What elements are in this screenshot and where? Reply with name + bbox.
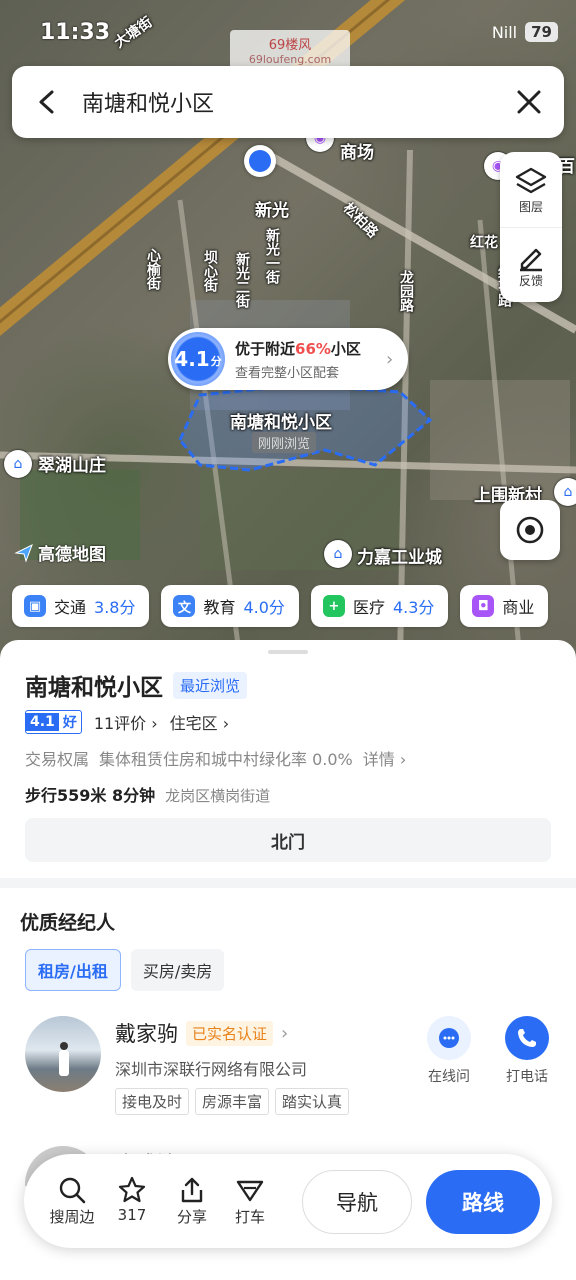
agent-tags: 接电及时 房源丰富 踏实认真 — [115, 1088, 350, 1115]
map-side-tools: 图层 反馈 — [500, 152, 562, 302]
feedback-button[interactable]: 反馈 — [500, 227, 562, 302]
details-link[interactable]: 详情 › — [363, 746, 407, 770]
signal-icon: Nill — [491, 22, 518, 42]
map-label-xinguang-2nd: 新光二街 — [234, 252, 250, 308]
agent-name: 戴家驹 — [115, 1022, 178, 1046]
online-chat-button[interactable]: 在线问 — [417, 1016, 481, 1086]
map-label-lijia: 力嘉工业城 — [357, 548, 442, 568]
agent-tabs: 租房/出租 买房/卖房 — [25, 949, 225, 991]
chevron-right-icon: › — [281, 1022, 289, 1044]
drag-handle[interactable] — [268, 650, 308, 654]
agents-section-title: 优质经纪人 — [20, 912, 116, 934]
favorite-button[interactable]: 317 — [104, 1174, 160, 1224]
medical-cross-icon: + — [322, 595, 345, 617]
community-map-label[interactable]: 南塘和悦小区 — [230, 408, 332, 433]
chevron-right-icon: › — [386, 348, 394, 370]
taxi-button[interactable]: 打车 — [222, 1174, 278, 1227]
map-label-longyuan-road: 龙园路 — [398, 270, 414, 312]
score-circle: 4.1 分 — [171, 332, 225, 386]
agent-tag: 踏实认真 — [275, 1088, 350, 1115]
info-value: 集体租赁住房和城中村绿化率 0.0% — [99, 750, 353, 769]
recent-viewed-tag: 最近浏览 — [173, 671, 248, 699]
rating-badge: 4.1 好 — [25, 710, 82, 734]
chip-medical[interactable]: + 医疗 4.3分 — [310, 585, 449, 627]
close-icon — [517, 90, 541, 114]
chip-commerce[interactable]: ◘ 商业 — [460, 585, 549, 627]
map-label-xinguang: 新光 — [255, 201, 289, 221]
map-label-mall: 商场 — [340, 143, 374, 163]
reviews-link[interactable]: 11评价 › — [94, 710, 158, 734]
agent-avatar[interactable] — [25, 1016, 101, 1092]
search-nearby-button[interactable]: 搜周边 — [44, 1174, 100, 1227]
section-divider — [0, 878, 576, 888]
route-button[interactable]: 路线 — [426, 1170, 540, 1234]
poi-lijia-pin[interactable]: ⌂ — [324, 540, 352, 568]
agent-tag: 房源丰富 — [195, 1088, 270, 1115]
education-icon: 文 — [173, 595, 196, 617]
navigate-button[interactable]: 导航 — [302, 1170, 412, 1234]
just-viewed-label: 刚刚浏览 — [252, 432, 317, 453]
score-subtitle: 查看完整小区配套 — [235, 365, 340, 381]
community-score-bubble[interactable]: 4.1 分 优于附近66%小区 查看完整小区配套 › — [168, 328, 408, 390]
share-icon — [181, 1177, 203, 1203]
chip-education[interactable]: 文 教育 4.0分 — [161, 585, 299, 627]
train-icon: ▣ — [24, 595, 46, 617]
agent-company: 深圳市深联行网络有限公司 — [115, 1060, 308, 1079]
phone-icon — [518, 1029, 536, 1047]
target-icon — [516, 516, 544, 544]
tab-buy-sell[interactable]: 买房/卖房 — [130, 949, 225, 991]
poi-shangwei-pin[interactable]: ⌂ — [554, 478, 576, 506]
walk-distance: 步行559米 8分钟 — [25, 786, 156, 805]
score-comparison: 优于附近66%小区 — [235, 339, 361, 358]
chip-traffic[interactable]: ▣ 交通 3.8分 — [12, 585, 150, 627]
bottom-action-bar: 搜周边 317 分享 打车 导航 路线 — [24, 1154, 552, 1248]
current-location-dot — [244, 145, 276, 177]
back-arrow-icon — [39, 90, 54, 114]
search-query[interactable]: 南塘和悦小区 — [82, 86, 494, 118]
agent-tag: 接电及时 — [115, 1088, 190, 1115]
score-chips: ▣ 交通 3.8分 文 教育 4.0分 + 医疗 4.3分 ◘ 商业 — [12, 585, 549, 627]
search-icon — [59, 1177, 86, 1204]
map-label-xinguang-1st: 新光一街 — [264, 228, 280, 284]
status-indicators: Nill 79 — [492, 22, 558, 42]
agent-card[interactable]: 戴家驹 已实名认证 › 深圳市深联行网络有限公司 接电及时 房源丰富 踏实认真 … — [25, 1016, 555, 1126]
battery-indicator: 79 — [525, 22, 558, 42]
amap-logo-icon — [14, 543, 33, 563]
taxi-icon — [236, 1180, 264, 1202]
map-label-baxin-st: 坝心街 — [202, 250, 218, 292]
tab-rent[interactable]: 租房/出租 — [25, 949, 121, 991]
layers-icon — [515, 167, 547, 194]
clear-search-button[interactable] — [494, 66, 564, 138]
chat-bubble-icon — [439, 1028, 459, 1048]
map-label-honghua: 红花 — [470, 235, 498, 251]
layers-button[interactable]: 图层 — [500, 152, 562, 227]
search-bar[interactable]: 南塘和悦小区 — [12, 66, 564, 138]
district: 龙岗区横岗街道 — [165, 787, 271, 805]
status-time: 11:33 — [40, 20, 111, 45]
map-label-cuihu: 翠湖山庄 — [38, 456, 106, 476]
north-gate-button[interactable]: 北门 — [25, 818, 551, 862]
share-button[interactable]: 分享 — [164, 1174, 220, 1227]
info-label: 交易权属 — [25, 750, 90, 769]
call-button[interactable]: 打电话 — [495, 1016, 559, 1086]
star-icon — [118, 1176, 146, 1203]
back-button[interactable] — [12, 66, 82, 138]
shopping-bag-icon: ◘ — [472, 595, 495, 617]
verified-badge: 已实名认证 — [186, 1020, 274, 1046]
poi-cuihu-pin[interactable]: ⌂ — [4, 450, 32, 478]
amap-logo: 高德地图 — [14, 540, 106, 565]
place-name: 南塘和悦小区 — [25, 675, 163, 701]
edit-pen-icon — [520, 248, 542, 271]
category-link[interactable]: 住宅区 › — [170, 710, 230, 734]
locate-me-button[interactable] — [500, 500, 560, 560]
map-label-xinyu-st: 心榆街 — [145, 248, 161, 290]
